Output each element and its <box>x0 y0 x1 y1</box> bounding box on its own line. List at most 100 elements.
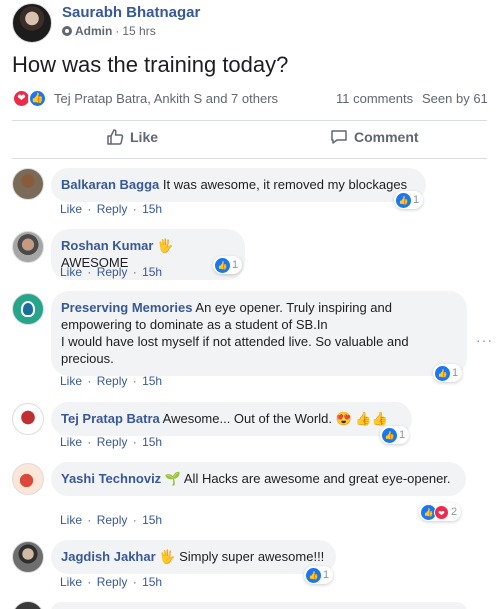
post-time[interactable]: 15 hrs <box>122 24 155 38</box>
comment-bubble: Jagdish Jakhar 🖐 Simply super awesome!!! <box>51 540 336 574</box>
commenter-name[interactable]: Balkaran Bagga <box>61 177 159 192</box>
admin-badge-icon <box>62 26 72 36</box>
separator: · <box>132 575 137 589</box>
comment-actions: Like · Reply · 15h <box>60 265 162 279</box>
comment-reaction-count[interactable]: 👍 1 <box>433 364 463 382</box>
like-reaction-icon: 👍 <box>435 365 450 381</box>
commenter-avatar[interactable] <box>12 231 44 263</box>
comment-bubble: Balkaran Bagga It was awesome, it remove… <box>51 168 426 202</box>
comment-like-link[interactable]: Like <box>60 374 82 388</box>
post-meta: Admin · 15 hrs <box>62 24 156 38</box>
comment-text: Awesome... Out of the World. 😍 👍👍 <box>159 411 388 426</box>
like-reaction-icon: 👍 <box>382 427 397 443</box>
comment-like-link[interactable]: Like <box>60 202 82 216</box>
comment-like-link[interactable]: Like <box>60 575 82 589</box>
comment-time[interactable]: 15h <box>142 374 162 388</box>
thumbs-up-icon <box>107 129 124 145</box>
separator: · <box>132 202 137 216</box>
comment-reaction-count[interactable]: 👍 1 <box>394 191 424 209</box>
separator: · <box>132 435 137 449</box>
author-role: Admin <box>75 24 113 38</box>
like-button[interactable]: Like <box>106 128 158 146</box>
comment-like-link[interactable]: Like <box>60 435 82 449</box>
commenter-name[interactable]: Preserving Memories <box>61 300 193 315</box>
reaction-count: 1 <box>413 194 420 206</box>
separator: · <box>87 513 92 527</box>
love-reaction-icon: ❤ <box>434 504 449 520</box>
comment-reaction-count[interactable]: 👍 1 <box>380 426 410 444</box>
comment-text: 🖐 Simply super awesome!!! <box>155 549 325 564</box>
comment-reaction-count[interactable]: 👍 1 <box>304 566 334 584</box>
comment-actions: Like · Reply · 15h <box>60 513 162 527</box>
reaction-icons[interactable]: ❤ 👍 <box>12 89 50 109</box>
divider <box>12 120 487 121</box>
comment-reaction-count[interactable]: 👍 1 <box>213 256 243 274</box>
commenter-name[interactable]: Roshan Kumar <box>61 238 153 253</box>
reactors-list[interactable]: Tej Pratap Batra, Ankith S and 7 others <box>54 91 278 106</box>
commenter-name[interactable]: Yashi Technoviz <box>61 471 161 486</box>
post-text: How was the training today? <box>12 52 289 77</box>
commenter-avatar[interactable] <box>12 168 44 200</box>
author-name[interactable]: Saurabh Bhatnagar <box>62 4 200 21</box>
comment-actions: Like · Reply · 15h <box>60 374 162 388</box>
comment-reply-link[interactable]: Reply <box>97 435 128 449</box>
comment-bubble: Yashi Technoviz 🌱 All Hacks are awesome … <box>51 462 466 496</box>
like-reaction-icon: 👍 <box>396 192 411 208</box>
comment-time[interactable]: 15h <box>142 435 162 449</box>
comment-button[interactable]: Comment <box>330 128 419 146</box>
comment-actions: Like · Reply · 15h <box>60 575 162 589</box>
like-reaction-icon: 👍 <box>28 89 47 108</box>
commenter-name[interactable]: Jagdish Jakhar <box>61 549 156 564</box>
divider <box>12 158 487 159</box>
post-actions: Like Comment <box>12 122 487 156</box>
commenter-avatar[interactable] <box>12 293 44 325</box>
comment-reply-link[interactable]: Reply <box>97 575 128 589</box>
commenter-avatar[interactable] <box>12 601 44 609</box>
more-options-icon[interactable]: ··· <box>476 332 493 348</box>
meta-separator: · <box>115 24 120 38</box>
author-avatar[interactable] <box>12 3 52 43</box>
seen-by-count[interactable]: Seen by 61 <box>422 91 488 106</box>
commenter-name[interactable]: Tej Pratap Batra <box>61 411 160 426</box>
comments-count[interactable]: 11 comments <box>336 91 413 106</box>
comment-time[interactable]: 15h <box>142 202 162 216</box>
comment-time[interactable]: 15h <box>142 265 162 279</box>
comment-reply-link[interactable]: Reply <box>97 374 128 388</box>
reaction-count: 2 <box>451 506 458 518</box>
reaction-count: 1 <box>452 367 459 379</box>
separator: · <box>87 575 92 589</box>
separator: · <box>132 513 137 527</box>
comment-bubble: Preserving Memories An eye opener. Truly… <box>51 291 467 376</box>
commenter-avatar[interactable] <box>12 541 44 573</box>
like-reaction-icon: 👍 <box>215 257 230 273</box>
separator: · <box>87 202 92 216</box>
like-reaction-icon: 👍 <box>306 567 321 583</box>
comment-button-label: Comment <box>354 129 419 145</box>
separator: · <box>87 435 92 449</box>
comment-bubble <box>51 602 467 609</box>
comment-text: 🌱 All Hacks are awesome and great eye-op… <box>161 471 451 486</box>
separator: · <box>132 265 137 279</box>
comment-reply-link[interactable]: Reply <box>97 202 128 216</box>
comment-text: It was awesome, it removed my blockages <box>159 177 408 192</box>
comment-reply-link[interactable]: Reply <box>97 265 128 279</box>
comment-actions: Like · Reply · 15h <box>60 435 162 449</box>
comment-reply-link[interactable]: Reply <box>97 513 128 527</box>
reaction-count: 1 <box>232 259 239 271</box>
separator: · <box>87 265 92 279</box>
commenter-avatar[interactable] <box>12 403 44 435</box>
separator: · <box>87 374 92 388</box>
post-header: Saurabh Bhatnagar Admin · 15 hrs <box>0 0 499 50</box>
comment-like-link[interactable]: Like <box>60 265 82 279</box>
commenter-avatar[interactable] <box>12 463 44 495</box>
reaction-count: 1 <box>323 569 330 581</box>
comment-time[interactable]: 15h <box>142 513 162 527</box>
comment-time[interactable]: 15h <box>142 575 162 589</box>
comment-bubble: Tej Pratap Batra Awesome... Out of the W… <box>51 402 412 436</box>
comment-like-link[interactable]: Like <box>60 513 82 527</box>
post-reactions-summary: ❤ 👍 Tej Pratap Batra, Ankith S and 7 oth… <box>12 88 490 110</box>
separator: · <box>132 374 137 388</box>
comment-reaction-count[interactable]: 👍 ❤ 2 <box>419 503 462 521</box>
like-button-label: Like <box>130 129 159 145</box>
comment-bubble-icon <box>331 130 347 144</box>
